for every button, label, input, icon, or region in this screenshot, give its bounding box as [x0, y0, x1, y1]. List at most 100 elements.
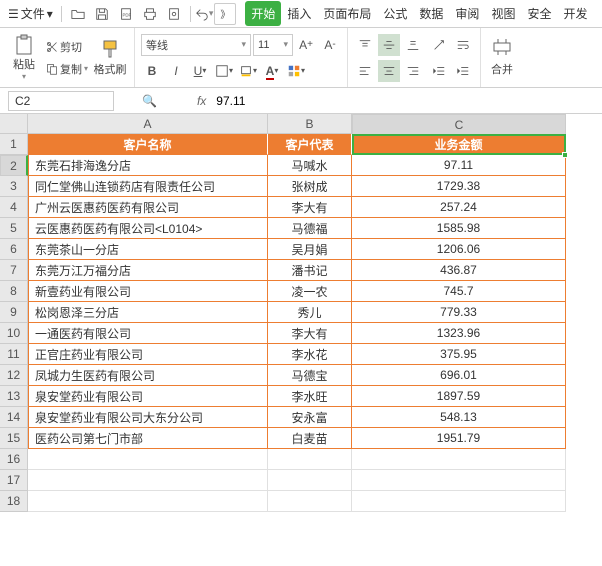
table-cell[interactable]: 马德宝	[268, 365, 352, 386]
align-right-icon[interactable]	[402, 60, 424, 82]
tab-start[interactable]: 开始	[245, 1, 281, 26]
table-cell[interactable]: 潘书记	[268, 260, 352, 281]
table-cell[interactable]: 1729.38	[352, 176, 566, 197]
table-cell[interactable]: 马喊水	[268, 155, 352, 176]
row-header[interactable]: 8	[0, 281, 28, 302]
row-header[interactable]: 16	[0, 449, 28, 470]
table-cell[interactable]: 秀儿	[268, 302, 352, 323]
print-icon[interactable]	[139, 3, 161, 25]
table-cell[interactable]: 一通医药有限公司	[28, 323, 268, 344]
table-cell[interactable]: 东莞石排海逸分店	[28, 155, 268, 176]
table-cell[interactable]: 375.95	[352, 344, 566, 365]
align-top-icon[interactable]	[354, 34, 376, 56]
table-cell[interactable]: 257.24	[352, 197, 566, 218]
row-header[interactable]: 4	[0, 197, 28, 218]
row-header[interactable]: 10	[0, 323, 28, 344]
tab-security[interactable]: 安全	[521, 1, 557, 26]
open-icon[interactable]	[67, 3, 89, 25]
save-icon[interactable]	[91, 3, 113, 25]
bold-button[interactable]: B	[141, 60, 163, 82]
row-header[interactable]: 18	[0, 491, 28, 512]
underline-button[interactable]: U▾	[189, 60, 211, 82]
table-cell[interactable]: 李大有	[268, 197, 352, 218]
empty-cell[interactable]	[268, 491, 352, 512]
col-header-b[interactable]: B	[268, 114, 352, 134]
cell-style-button[interactable]: ▾	[285, 60, 307, 82]
col-header-c[interactable]: C	[352, 114, 566, 136]
table-cell[interactable]: 白麦苗	[268, 428, 352, 449]
table-cell[interactable]: 凤城力生医药有限公司	[28, 365, 268, 386]
row-header[interactable]: 6	[0, 239, 28, 260]
increase-font-icon[interactable]: A+	[295, 34, 317, 56]
table-cell[interactable]: 东莞茶山一分店	[28, 239, 268, 260]
font-size-select[interactable]: 11▾	[253, 34, 293, 56]
row-header[interactable]: 5	[0, 218, 28, 239]
table-cell[interactable]: 正官庄药业有限公司	[28, 344, 268, 365]
tab-page-layout[interactable]: 页面布局	[317, 1, 377, 26]
merge-button[interactable]: 合并	[487, 59, 517, 79]
orientation-icon[interactable]	[428, 34, 450, 56]
row-header[interactable]: 11	[0, 344, 28, 365]
tab-formula[interactable]: 公式	[377, 1, 413, 26]
table-cell[interactable]: 广州云医惠药医药有限公司	[28, 197, 268, 218]
align-left-icon[interactable]	[354, 60, 376, 82]
export-pdf-icon[interactable]: PDF	[115, 3, 137, 25]
tab-dev[interactable]: 开发	[557, 1, 593, 26]
select-all-corner[interactable]	[0, 114, 28, 134]
table-cell[interactable]: 泉安堂药业有限公司大东分公司	[28, 407, 268, 428]
align-middle-icon[interactable]	[378, 34, 400, 56]
format-painter-button[interactable]: 格式刷	[92, 39, 128, 77]
name-box[interactable]: C2	[8, 91, 114, 111]
tab-review[interactable]: 审阅	[449, 1, 485, 26]
row-header[interactable]: 12	[0, 365, 28, 386]
font-color-button[interactable]: A▾	[261, 60, 283, 82]
tab-data[interactable]: 数据	[413, 1, 449, 26]
table-cell[interactable]: 凌一农	[268, 281, 352, 302]
table-cell[interactable]: 436.87	[352, 260, 566, 281]
paste-button[interactable]: 粘贴 ▾	[6, 34, 42, 81]
align-center-icon[interactable]	[378, 60, 400, 82]
table-cell[interactable]: 新壹药业有限公司	[28, 281, 268, 302]
cells-area[interactable]: 客户名称客户代表业务金额东莞石排海逸分店马喊水97.11同仁堂佛山连锁药店有限责…	[28, 134, 566, 512]
decrease-indent-icon[interactable]	[428, 60, 450, 82]
table-cell[interactable]: 吴月娟	[268, 239, 352, 260]
table-cell[interactable]: 548.13	[352, 407, 566, 428]
font-name-select[interactable]: 等线▾	[141, 34, 251, 56]
table-cell[interactable]: 779.33	[352, 302, 566, 323]
print-preview-icon[interactable]	[163, 3, 185, 25]
empty-cell[interactable]	[28, 449, 268, 470]
border-button[interactable]: ▾	[213, 60, 235, 82]
table-cell[interactable]: 696.01	[352, 365, 566, 386]
empty-cell[interactable]	[352, 449, 566, 470]
table-cell[interactable]: 97.11	[352, 155, 566, 176]
spreadsheet-grid[interactable]: A B C 123456789101112131415161718 客户名称客户…	[0, 114, 602, 566]
undo-button[interactable]: ▾	[195, 7, 214, 21]
table-cell[interactable]: 马德福	[268, 218, 352, 239]
row-header[interactable]: 7	[0, 260, 28, 281]
table-cell[interactable]: 1951.79	[352, 428, 566, 449]
align-bottom-icon[interactable]	[402, 34, 424, 56]
table-cell[interactable]: 1897.59	[352, 386, 566, 407]
table-cell[interactable]: 李水花	[268, 344, 352, 365]
table-header-cell[interactable]: 客户名称	[28, 134, 268, 155]
row-header[interactable]: 14	[0, 407, 28, 428]
row-header[interactable]: 9	[0, 302, 28, 323]
table-cell[interactable]: 医药公司第七门市部	[28, 428, 268, 449]
empty-cell[interactable]	[352, 470, 566, 491]
row-header[interactable]: 13	[0, 386, 28, 407]
increase-indent-icon[interactable]	[452, 60, 474, 82]
decrease-font-icon[interactable]: A-	[319, 34, 341, 56]
empty-cell[interactable]	[28, 470, 268, 491]
table-cell[interactable]: 云医惠药医药有限公司<L0104>	[28, 218, 268, 239]
table-cell[interactable]: 李大有	[268, 323, 352, 344]
empty-cell[interactable]	[268, 449, 352, 470]
fill-color-button[interactable]: ▾	[237, 60, 259, 82]
row-header[interactable]: 17	[0, 470, 28, 491]
file-menu[interactable]: ☰ 文件 ▾	[4, 3, 57, 24]
table-cell[interactable]: 1323.96	[352, 323, 566, 344]
fill-handle[interactable]	[562, 152, 568, 158]
row-header[interactable]: 3	[0, 176, 28, 197]
search-icon[interactable]: 🔍	[142, 94, 157, 108]
table-cell[interactable]: 745.7	[352, 281, 566, 302]
table-cell[interactable]: 东莞万江万福分店	[28, 260, 268, 281]
